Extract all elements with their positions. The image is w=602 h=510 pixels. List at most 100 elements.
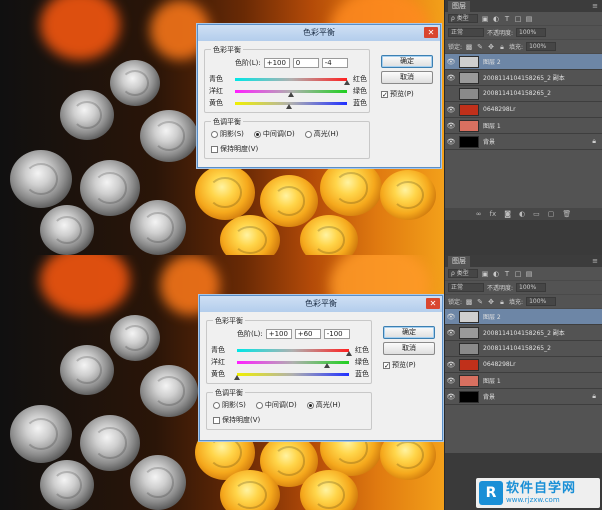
eye-icon[interactable]: 👁︎ bbox=[445, 329, 457, 337]
eye-icon[interactable]: 👁︎ bbox=[445, 393, 457, 401]
fill-input[interactable]: 100% bbox=[526, 42, 557, 51]
blend-mode-select[interactable]: 正常 bbox=[448, 283, 484, 292]
fx-icon[interactable]: fx bbox=[490, 210, 497, 218]
eye-icon[interactable]: 👁︎ bbox=[445, 74, 457, 82]
slider-track[interactable] bbox=[235, 77, 350, 85]
preserve-luminosity-checkbox[interactable]: 保持明度(V) bbox=[213, 415, 260, 425]
level-input-2[interactable]: 0 bbox=[292, 58, 319, 68]
lock-transparent-icon[interactable]: ▩ bbox=[465, 43, 473, 51]
radio-highlights[interactable]: 高光(H) bbox=[304, 129, 339, 139]
kind-filter-select[interactable]: ρ 类型 bbox=[448, 14, 478, 23]
level-input-1[interactable]: +100 bbox=[263, 58, 290, 68]
new-layer-icon[interactable]: ▢ bbox=[548, 210, 555, 218]
eye-icon[interactable]: 👁︎ bbox=[445, 138, 457, 146]
layer-row[interactable]: 👁︎ 20081141041582​65_2 副本 bbox=[445, 325, 602, 341]
pixel-filter-icon[interactable]: ▣ bbox=[481, 15, 489, 23]
slider-yellow-blue[interactable]: 黄色 蓝色 bbox=[209, 98, 367, 109]
level-input-3[interactable]: -100 bbox=[323, 329, 350, 339]
trash-icon[interactable]: 🗑︎ bbox=[562, 210, 571, 218]
panel-menu-icon[interactable]: ≡ bbox=[592, 257, 602, 265]
opacity-input[interactable]: 100% bbox=[516, 28, 547, 37]
layer-row[interactable]: 👁︎ 0648298Lr bbox=[445, 357, 602, 373]
eye-icon[interactable]: 👁︎ bbox=[445, 58, 457, 66]
mask-icon[interactable]: ◙ bbox=[504, 210, 511, 218]
eye-icon[interactable]: 👁︎ bbox=[445, 122, 457, 130]
smart-filter-icon[interactable]: ▤ bbox=[525, 270, 533, 278]
ok-button[interactable]: 确定 bbox=[383, 326, 435, 339]
slider-cyan-red[interactable]: 青色 红色 bbox=[209, 74, 367, 85]
cancel-button[interactable]: 取消 bbox=[381, 71, 433, 84]
preview-checkbox[interactable]: ✓ 预览(P) bbox=[381, 89, 414, 99]
lock-brush-icon[interactable]: ✎ bbox=[476, 43, 484, 51]
layer-row[interactable]: 👁︎ 20081141041582​65_2 副本 bbox=[445, 70, 602, 86]
level-input-3[interactable]: -4 bbox=[321, 58, 348, 68]
slider-thumb[interactable] bbox=[346, 350, 352, 356]
preview-checkbox[interactable]: ✓ 预览(P) bbox=[383, 360, 416, 370]
radio-shadows[interactable]: 阴影(S) bbox=[213, 400, 246, 410]
shape-filter-icon[interactable]: □ bbox=[514, 270, 522, 278]
level-input-2[interactable]: +60 bbox=[294, 329, 321, 339]
lock-all-icon[interactable]: 🔒︎ bbox=[498, 43, 506, 51]
preserve-luminosity-checkbox[interactable]: 保持明度(V) bbox=[211, 144, 258, 154]
lock-all-icon[interactable]: 🔒︎ bbox=[498, 298, 506, 306]
lock-brush-icon[interactable]: ✎ bbox=[476, 298, 484, 306]
slider-track[interactable] bbox=[235, 101, 347, 109]
radio-shadows[interactable]: 阴影(S) bbox=[211, 129, 244, 139]
close-icon[interactable]: ✕ bbox=[424, 27, 438, 38]
radio-midtones[interactable]: 中间调(D) bbox=[253, 129, 295, 139]
layer-row[interactable]: 👁︎ 0648298Lr bbox=[445, 102, 602, 118]
layer-row[interactable]: 👁︎ 背景 🔒︎ bbox=[445, 389, 602, 405]
slider-magenta-green[interactable]: 洋红 绿色 bbox=[211, 357, 369, 368]
link-icon[interactable]: ∞ bbox=[476, 210, 482, 218]
gray-rose bbox=[60, 90, 114, 140]
tab-layers[interactable]: 图层 bbox=[448, 0, 470, 12]
smart-filter-icon[interactable]: ▤ bbox=[525, 15, 533, 23]
slider-thumb[interactable] bbox=[344, 79, 350, 85]
close-icon[interactable]: ✕ bbox=[426, 298, 440, 309]
kind-filter-select[interactable]: ρ 类型 bbox=[448, 269, 478, 278]
layer-row[interactable]: 20081141041582​65_2 bbox=[445, 86, 602, 102]
eye-icon[interactable]: 👁︎ bbox=[445, 313, 457, 321]
lock-move-icon[interactable]: ✥ bbox=[487, 43, 495, 51]
level-input-1[interactable]: +100 bbox=[265, 329, 292, 339]
adjustment-filter-icon[interactable]: ◐ bbox=[492, 270, 500, 278]
eye-icon[interactable]: 👁︎ bbox=[445, 361, 457, 369]
adjustment-icon[interactable]: ◐ bbox=[519, 210, 525, 218]
eye-icon[interactable]: 👁︎ bbox=[445, 106, 457, 114]
slider-thumb[interactable] bbox=[323, 362, 330, 368]
slider-track[interactable] bbox=[237, 348, 352, 356]
layer-row[interactable]: 👁︎ 图层 1 bbox=[445, 118, 602, 134]
fill-input[interactable]: 100% bbox=[526, 297, 557, 306]
ok-button[interactable]: 确定 bbox=[381, 55, 433, 68]
layer-row[interactable]: 👁︎ 背景 🔒︎ bbox=[445, 134, 602, 150]
opacity-input[interactable]: 100% bbox=[516, 283, 547, 292]
tab-layers[interactable]: 图层 bbox=[448, 255, 470, 267]
slider-thumb[interactable] bbox=[285, 103, 292, 109]
panel-menu-icon[interactable]: ≡ bbox=[592, 2, 602, 10]
slider-magenta-green[interactable]: 洋红 绿色 bbox=[209, 86, 367, 97]
layer-row[interactable]: 20081141041582​65_2 bbox=[445, 341, 602, 357]
layer-row[interactable]: 👁︎ 图层 1 bbox=[445, 373, 602, 389]
folder-icon[interactable]: ▭ bbox=[533, 210, 540, 218]
type-filter-icon[interactable]: T bbox=[503, 270, 511, 278]
pixel-filter-icon[interactable]: ▣ bbox=[481, 270, 489, 278]
slider-yellow-blue[interactable]: 黄色 蓝色 bbox=[211, 369, 369, 380]
cancel-button[interactable]: 取消 bbox=[383, 342, 435, 355]
layer-row[interactable]: 👁︎ 图层 2 bbox=[445, 54, 602, 70]
eye-icon[interactable]: 👁︎ bbox=[445, 377, 457, 385]
slider-track[interactable] bbox=[235, 89, 347, 97]
slider-thumb[interactable] bbox=[288, 91, 294, 97]
slider-cyan-red[interactable]: 青色 红色 bbox=[211, 345, 369, 356]
adjustment-filter-icon[interactable]: ◐ bbox=[492, 15, 500, 23]
layer-row[interactable]: 👁︎ 图层 2 bbox=[445, 309, 602, 325]
radio-midtones[interactable]: 中间调(D) bbox=[255, 400, 297, 410]
slider-track[interactable] bbox=[234, 372, 349, 380]
lock-move-icon[interactable]: ✥ bbox=[487, 298, 495, 306]
slider-thumb[interactable] bbox=[234, 374, 240, 380]
blend-mode-select[interactable]: 正常 bbox=[448, 28, 484, 37]
type-filter-icon[interactable]: T bbox=[503, 15, 511, 23]
shape-filter-icon[interactable]: □ bbox=[514, 15, 522, 23]
slider-track[interactable] bbox=[237, 360, 349, 368]
lock-transparent-icon[interactable]: ▩ bbox=[465, 298, 473, 306]
radio-highlights[interactable]: 高光(H) bbox=[306, 400, 341, 410]
